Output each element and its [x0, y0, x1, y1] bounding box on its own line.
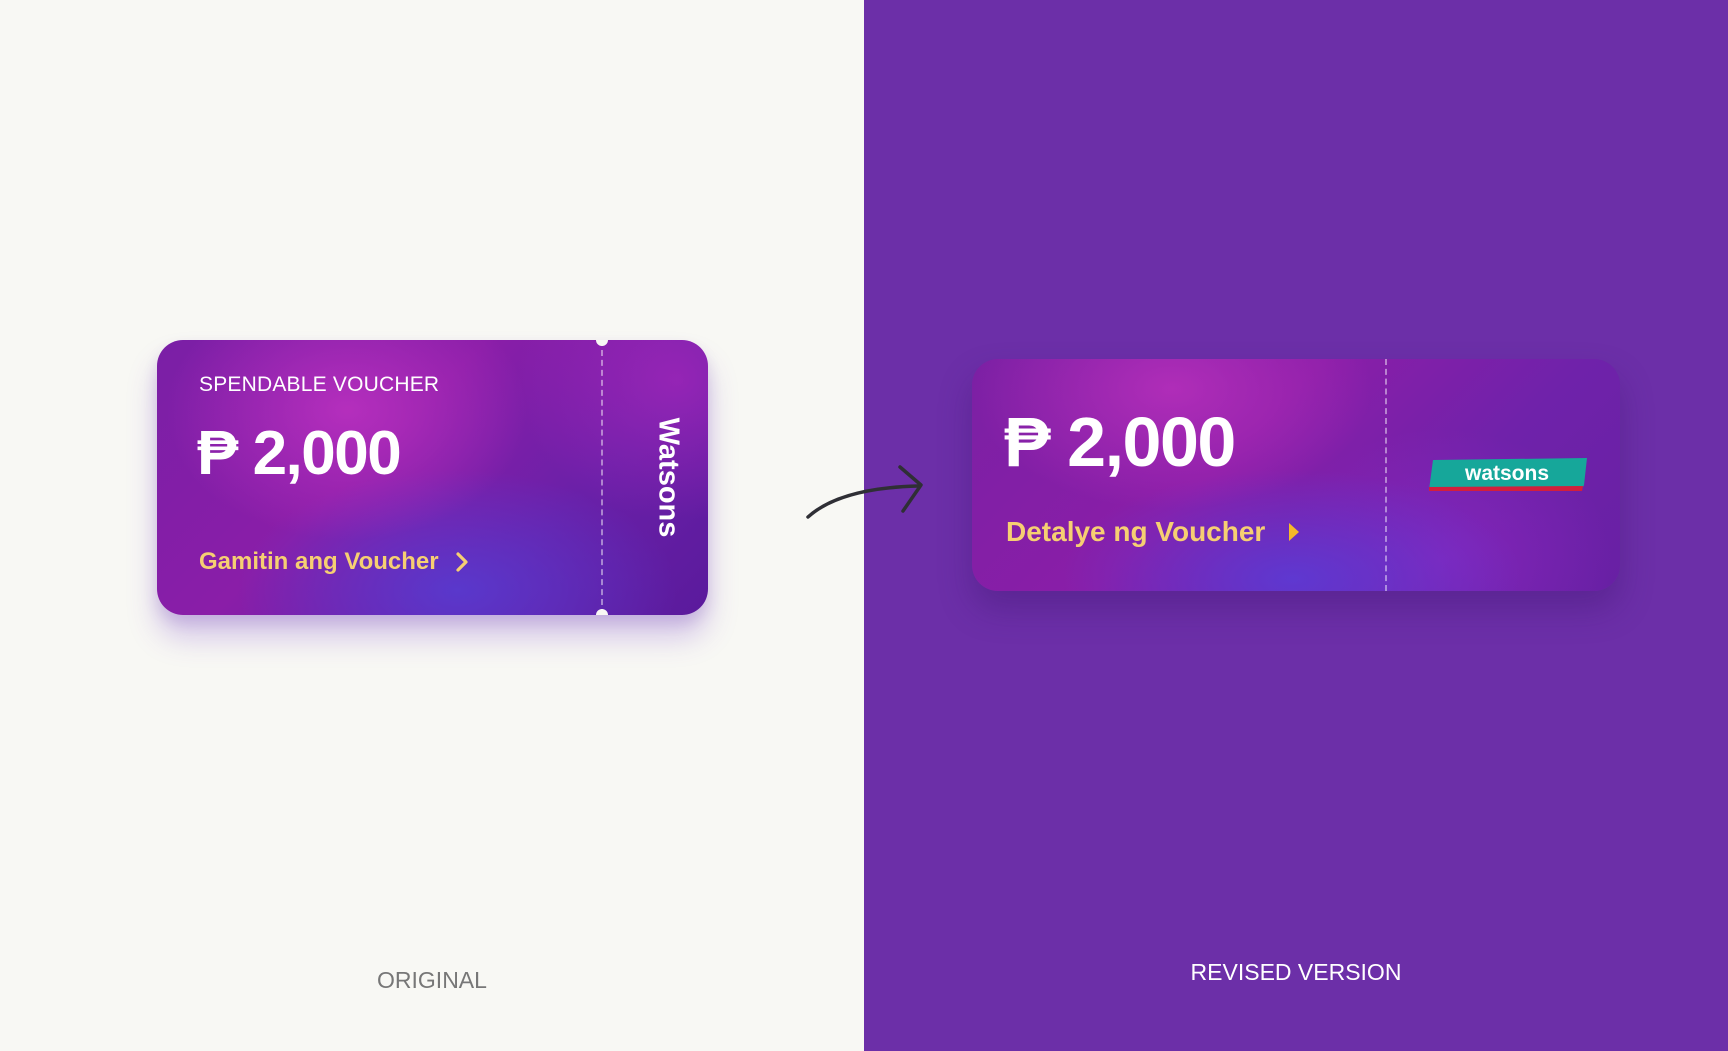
voucher-amount: ₱ 2,000	[197, 419, 402, 488]
revised-voucher-card[interactable]: ₱ 2,000 Detalye ng Voucher watsons	[972, 359, 1620, 591]
original-caption: ORIGINAL	[377, 967, 487, 993]
ticket-notch-bottom	[596, 609, 608, 615]
caret-right-icon	[1289, 523, 1300, 541]
comparison-page: SPENDABLE VOUCHER ₱ 2,000 Gamitin ang Vo…	[0, 0, 1728, 1051]
use-voucher-link[interactable]: Gamitin ang Voucher	[199, 548, 469, 576]
logo-wordmark: watsons	[1464, 462, 1549, 485]
perforation-divider	[601, 340, 603, 615]
chevron-right-icon	[455, 552, 468, 572]
revised-caption: REVISED VERSION	[1190, 959, 1402, 985]
use-voucher-label: Gamitin ang Voucher	[199, 548, 439, 575]
voucher-amount: ₱ 2,000	[1004, 403, 1236, 481]
curved-arrow-icon	[806, 465, 923, 519]
voucher-details-label: Detalye ng Voucher	[1006, 516, 1266, 547]
perforation-divider	[1385, 359, 1387, 591]
original-panel: SPENDABLE VOUCHER ₱ 2,000 Gamitin ang Vo…	[0, 0, 864, 1051]
watsons-logo: watsons	[1429, 458, 1587, 491]
voucher-details-link[interactable]: Detalye ng Voucher	[1006, 516, 1301, 548]
brand-name: Watsons	[652, 417, 684, 538]
original-voucher-card[interactable]: SPENDABLE VOUCHER ₱ 2,000 Gamitin ang Vo…	[157, 340, 708, 615]
ticket-notch-top	[596, 340, 608, 346]
voucher-type-label: SPENDABLE VOUCHER	[199, 373, 440, 396]
brand-stub: Watsons	[627, 340, 708, 615]
